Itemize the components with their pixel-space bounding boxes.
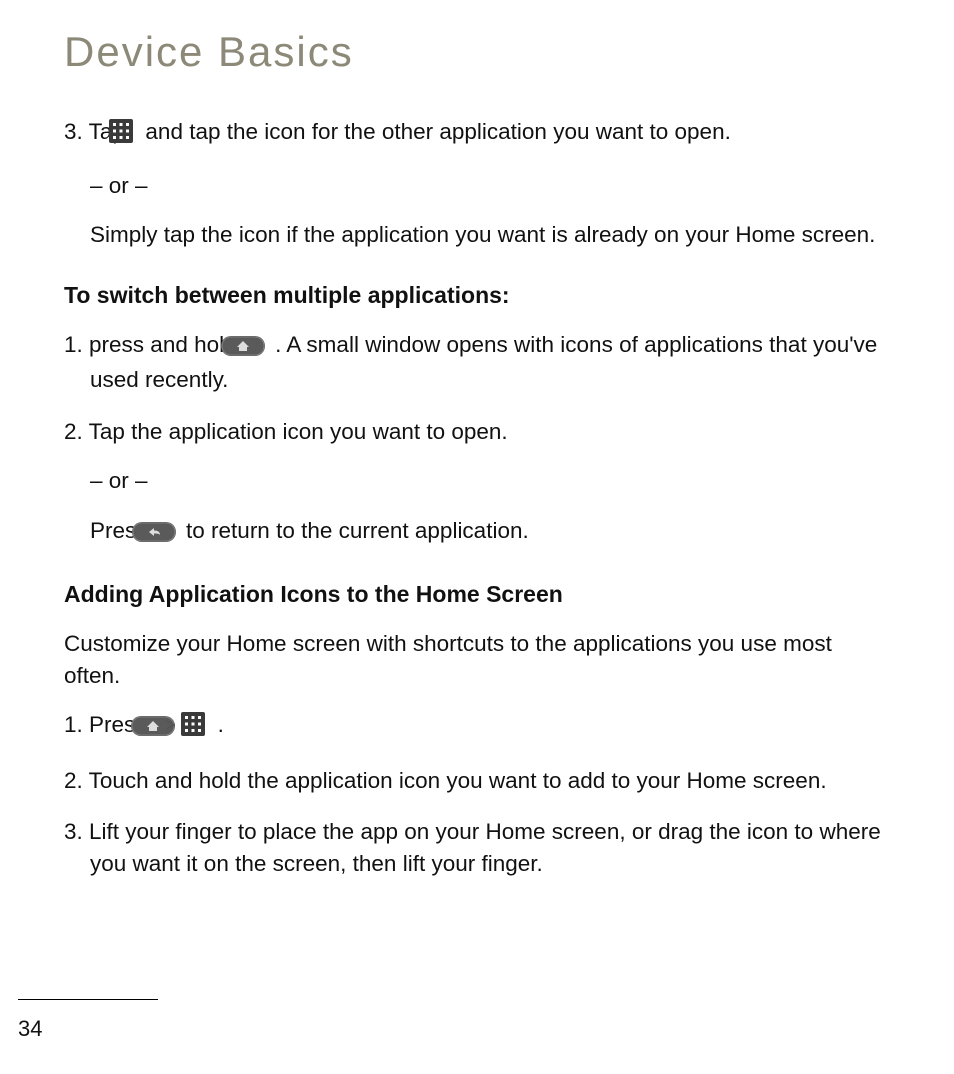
press-text-b: to return to the current application.: [186, 518, 529, 543]
step-3: 3. Tap and tap the icon for the other ap…: [64, 116, 890, 251]
step-number: 3.: [64, 819, 83, 844]
adding-intro: Customize your Home screen with shortcut…: [64, 628, 890, 691]
add-step-1-end: .: [218, 712, 224, 737]
or-separator: – or –: [116, 465, 890, 497]
switch-step-2: 2. Tap the application icon you want to …: [64, 416, 890, 551]
page-title: Device Basics: [64, 28, 896, 76]
step-number: 2.: [64, 768, 83, 793]
switch-heading: To switch between multiple applications:: [64, 279, 890, 311]
add-step-3-text: Lift your finger to place the app on you…: [89, 819, 881, 876]
step-3-text-b: and tap the icon for the other applicati…: [145, 119, 730, 144]
step-3-text-c: Simply tap the icon if the application y…: [116, 219, 890, 251]
footer-rule: [18, 999, 158, 1000]
page-number: 34: [18, 1016, 42, 1042]
step-number: 1.: [64, 332, 83, 357]
add-step-1: 1. Press > .: [64, 709, 890, 745]
switch-step-2-text: Tap the application icon you want to ope…: [89, 419, 508, 444]
switch-step-1: 1. press and hold . A small window opens…: [64, 329, 890, 396]
switch-step-1-text-a: press and hold: [89, 332, 243, 357]
step-number: 2.: [64, 419, 83, 444]
body-content: 3. Tap and tap the icon for the other ap…: [58, 116, 896, 879]
document-page: Device Basics 3. Tap and tap the icon fo…: [0, 0, 954, 1074]
step-number: 1.: [64, 712, 83, 737]
add-step-2: 2. Touch and hold the application icon y…: [64, 765, 890, 797]
add-step-3: 3. Lift your finger to place the app on …: [64, 816, 890, 879]
adding-heading: Adding Application Icons to the Home Scr…: [64, 578, 890, 610]
back-key-icon: [158, 519, 176, 551]
or-separator: – or –: [116, 170, 890, 202]
home-key-icon: [247, 333, 265, 365]
add-step-2-text: Touch and hold the application icon you …: [89, 768, 827, 793]
step-number: 3.: [64, 119, 83, 144]
switch-step-2-press: Press to return to the current applicati…: [116, 515, 890, 551]
